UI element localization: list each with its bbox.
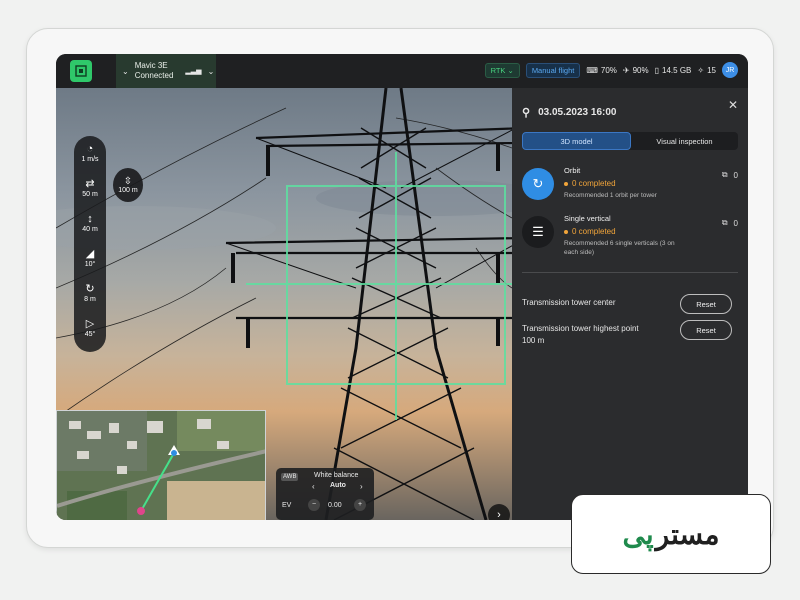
gallery-icon: ⧉: [721, 218, 728, 227]
storage: ▯ 14.5 GB: [655, 66, 692, 75]
chevron-down-icon: ⌄: [122, 66, 129, 76]
tower-highest-point-row: Transmission tower highest point 100 m R…: [522, 320, 738, 345]
mission-title: Orbit: [564, 166, 581, 175]
flight-mode-badge[interactable]: Manual flight: [525, 62, 581, 78]
mission-status: 0 completed: [564, 227, 684, 236]
rc-battery-value: 70%: [600, 65, 617, 75]
param-value: 1 m/s: [81, 156, 99, 163]
param-radius[interactable]: ↻ 8 m: [74, 282, 106, 317]
flight-parameters-panel: ◔ 1 m/s ⇄ 50 m ↕ 40 m ◢ 10° ↻ 8 m ▷ 45°: [74, 136, 106, 352]
tab-visual-inspection[interactable]: Visual inspection: [631, 132, 738, 150]
device-name: Mavic 3E: [134, 61, 168, 70]
mission-status-text: 0 completed: [572, 179, 616, 188]
panel-header: ⚲ 03.05.2023 16:00: [522, 106, 616, 119]
white-balance-value: Auto: [330, 482, 346, 489]
vertical-icon: ☰: [522, 216, 554, 248]
gimbal-angle-icon: ◢: [85, 248, 95, 260]
param-fov[interactable]: ▷ 45°: [74, 317, 106, 352]
sd-card-icon: ▯: [654, 65, 660, 75]
satellite-count: 15: [707, 65, 716, 75]
rtk-badge[interactable]: RTK ⌄: [484, 62, 520, 78]
chevron-left-icon[interactable]: ‹: [312, 482, 315, 491]
param-value: 40 m: [82, 226, 98, 233]
row-label: Transmission tower center: [522, 298, 616, 307]
param-gimbal-angle[interactable]: ◢ 10°: [74, 247, 106, 282]
camera-view[interactable]: ◔ 1 m/s ⇄ 50 m ↕ 40 m ◢ 10° ↻ 8 m ▷ 45° ⇳ 100 …: [56, 88, 512, 520]
ev-value: 0.00: [328, 502, 342, 509]
param-distance[interactable]: ⇄ 50 m: [74, 177, 106, 212]
param-value: 10°: [84, 261, 96, 268]
awb-badge: AWB: [281, 473, 299, 481]
mission-status: 0 completed: [564, 179, 657, 188]
app-screen: ⌄ Mavic 3E Connected ▂▃▅ ⌄ RTK ⌄ Manual …: [56, 54, 748, 520]
param-height[interactable]: ↕ 40 m: [74, 212, 106, 247]
rtk-label: RTK: [490, 65, 506, 75]
watermark-text-green: پی: [622, 518, 654, 550]
signal-icon: ▂▃▅: [185, 68, 202, 75]
app-logo-icon[interactable]: [70, 60, 92, 82]
radius-icon: ↻: [85, 283, 95, 295]
height-icon: ↕: [87, 213, 93, 225]
controller-icon: ⌨: [586, 65, 598, 75]
drone-battery-value: 90%: [632, 65, 649, 75]
panel-datetime: 03.05.2023 16:00: [538, 107, 617, 118]
satellite-map-image: [57, 411, 265, 520]
tab-3d-model[interactable]: 3D model: [522, 132, 631, 150]
drone-battery: ✈ 90%: [623, 66, 649, 75]
param-value: 50 m: [82, 191, 98, 198]
white-balance-title: White balance: [314, 472, 359, 479]
param-value: 45°: [84, 331, 96, 338]
param-speed[interactable]: ◔ 1 m/s: [74, 142, 106, 177]
mission-count[interactable]: ⧉ 0: [722, 170, 738, 180]
panel-tabs: 3D model Visual inspection: [522, 132, 738, 150]
chevron-right-icon[interactable]: ›: [360, 482, 363, 491]
reset-highest-point-button[interactable]: Reset: [680, 320, 732, 340]
status-area: RTK ⌄ Manual flight ⌨ 70% ✈ 90% ▯ 14.5 GB ✧…: [484, 62, 738, 78]
altitude-icon: ⇳: [123, 176, 133, 187]
ev-decrease-button[interactable]: −: [308, 499, 320, 511]
storage-value: 14.5 GB: [662, 65, 692, 75]
white-balance-panel: AWB White balance ‹ Auto › EV − 0.00 +: [276, 468, 374, 520]
satellites: ✧ 15: [697, 66, 716, 75]
watermark-logo: پی مستر: [571, 494, 771, 574]
ev-label: EV: [282, 502, 292, 509]
tower-center-row: Transmission tower center Reset: [522, 294, 738, 314]
mission-count[interactable]: ⧉ 0: [722, 218, 738, 228]
device-status: Connected: [134, 71, 174, 80]
param-value: 8 m: [84, 296, 96, 303]
satellite-icon: ✧: [697, 65, 705, 75]
chevron-right-icon[interactable]: ›: [488, 504, 510, 520]
watermark-text-black: مستر: [655, 518, 720, 550]
rc-battery: ⌨ 70%: [586, 66, 617, 75]
chevron-down-icon: ⌄: [207, 66, 215, 76]
avatar[interactable]: JR: [722, 62, 738, 78]
ev-increase-button[interactable]: +: [354, 499, 366, 511]
mission-title: Single vertical: [564, 214, 611, 223]
mission-recommendation: Recommended 1 orbit per tower: [564, 192, 657, 199]
mission-count-value: 0: [733, 218, 738, 228]
top-bar: ⌄ Mavic 3E Connected ▂▃▅ ⌄ RTK ⌄ Manual …: [56, 54, 748, 88]
mission-status-text: 0 completed: [572, 227, 616, 236]
altitude-button[interactable]: ⇳ 100 m: [113, 168, 143, 202]
speed-icon: ◔: [86, 143, 94, 155]
altitude-value: 100 m: [118, 187, 138, 194]
mission-recommendation: Recommended 6 single verticals (3 on eac…: [564, 240, 675, 256]
orbit-icon: ↻: [522, 168, 554, 200]
fov-icon: ▷: [85, 318, 95, 330]
divider: [522, 272, 738, 273]
close-icon[interactable]: ✕: [728, 98, 738, 112]
device-selector[interactable]: ⌄ Mavic 3E Connected ▂▃▅ ⌄: [116, 54, 216, 88]
drone-icon: ✈: [622, 65, 630, 75]
gallery-icon: ⧉: [721, 170, 728, 179]
minimap[interactable]: [56, 410, 266, 520]
tower-icon: ⚲: [522, 107, 531, 119]
reset-center-button[interactable]: Reset: [680, 294, 732, 314]
distance-icon: ⇄: [85, 178, 95, 190]
inspection-panel: ⚲ 03.05.2023 16:00 ✕ 3D model Visual ins…: [512, 88, 748, 520]
mission-count-value: 0: [733, 170, 738, 180]
